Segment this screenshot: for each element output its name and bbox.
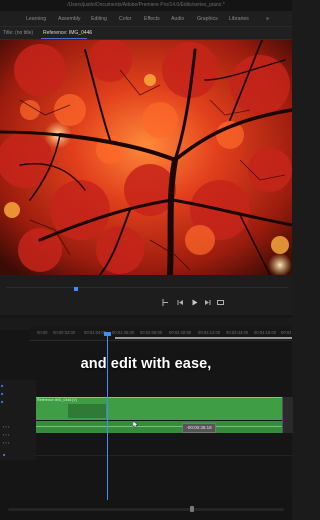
window-title-bar: /Users/justin/Documents/Adobe/Premiere P…	[0, 0, 292, 11]
workspace-color[interactable]: Color	[119, 16, 131, 22]
step-back-icon[interactable]	[176, 298, 185, 307]
track-toggle-icon[interactable]: ▪ ▪ ▪	[3, 440, 9, 445]
track-target-icon[interactable]: ■	[1, 391, 3, 396]
track-toggle-icon[interactable]: ▪ ▪ ▪	[3, 424, 9, 429]
export-frame-icon[interactable]	[216, 298, 225, 307]
workspace-effects[interactable]: Effects	[144, 16, 160, 22]
workspace-graphics[interactable]: Graphics	[197, 16, 218, 22]
ruler-tick: 00:02:08:00	[140, 330, 163, 335]
ruler-tick: 00:04	[281, 330, 292, 335]
workspace-editing[interactable]: Editing	[91, 16, 107, 22]
workspace-libraries[interactable]: Libraries	[229, 16, 249, 22]
tab-title[interactable]: Title: (no title)	[3, 30, 33, 36]
ruler-tick: 00:00:32:00	[53, 330, 76, 335]
monitor-playhead[interactable]	[74, 287, 78, 291]
play-icon[interactable]	[190, 298, 199, 307]
ruler-tick: 00:02:40:00	[169, 330, 192, 335]
mark-in-icon[interactable]	[161, 298, 170, 307]
track-divider	[36, 455, 292, 456]
ruler-tick: 00:03:12:00	[198, 330, 221, 335]
workspace-assembly[interactable]: Assembly	[58, 16, 81, 22]
track-headers: ■ ■ ■ ▪ ▪ ▪ ▪ ▪ ▪ ▪ ▪ ▪ ■	[0, 380, 36, 460]
timeline-playhead-line[interactable]	[107, 333, 108, 501]
work-area-bar[interactable]	[115, 337, 292, 339]
clip-label: Reference IMG_0446 [V]	[37, 398, 77, 402]
workspace-audio[interactable]: Audio	[171, 16, 184, 22]
ruler-tick: 00:03:44:00	[226, 330, 249, 335]
ruler-tick: 00:04:16:00	[254, 330, 277, 335]
audio-waveform-line	[36, 426, 292, 427]
ruler-tick: 00:01:04:00	[84, 330, 107, 335]
step-forward-icon[interactable]	[203, 298, 212, 307]
audio-clip[interactable]	[36, 421, 292, 433]
monitor-scrub-bar[interactable]	[6, 287, 288, 288]
video-caption: and edit with ease,	[80, 356, 212, 372]
active-tab-indicator	[41, 38, 87, 39]
panel-menu-icon[interactable]: ≡	[88, 30, 91, 36]
workspace-bar: Learning Assembly Editing Color Effects …	[0, 11, 292, 27]
ruler-tick: 00:00	[37, 330, 48, 335]
video-preview[interactable]	[0, 40, 292, 275]
track-target-icon[interactable]: ■	[3, 452, 5, 457]
clip-selected-region	[68, 404, 106, 418]
autumn-tree-frame	[0, 40, 292, 275]
track-target-icon[interactable]: ■	[1, 383, 3, 388]
timeline-scroll-handle[interactable]	[190, 506, 194, 512]
window-title: /Users/justin/Documents/Adobe/Premiere P…	[67, 2, 225, 8]
ruler-tick: 00:01:36:00	[112, 330, 135, 335]
timeline-scrollbar[interactable]	[8, 508, 284, 511]
timecode-tooltip: -00:00:36:19	[182, 423, 216, 433]
track-toggle-icon[interactable]: ▪ ▪ ▪	[3, 432, 9, 437]
mouse-cursor-icon	[133, 421, 139, 428]
clip-end-segment[interactable]	[282, 397, 293, 433]
timeline-playhead-handle[interactable]	[104, 332, 111, 336]
workspace-overflow-icon[interactable]: »	[266, 16, 269, 22]
workspace-learning[interactable]: Learning	[26, 16, 46, 22]
monitor-controls	[0, 275, 292, 315]
tab-reference[interactable]: Reference: IMG_0446	[43, 30, 92, 36]
track-target-icon[interactable]: ■	[1, 399, 3, 404]
